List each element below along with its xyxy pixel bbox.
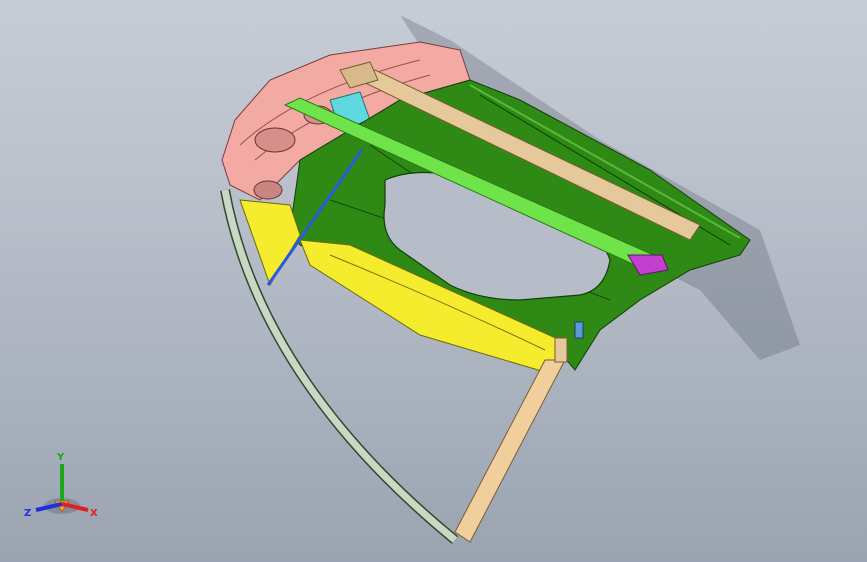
x-axis-label: X [90,508,98,519]
axis-triad: Y X Z [24,452,98,519]
y-axis-label: Y [56,452,65,463]
cad-viewport[interactable] [0,0,867,562]
z-axis-label: Z [24,508,31,519]
